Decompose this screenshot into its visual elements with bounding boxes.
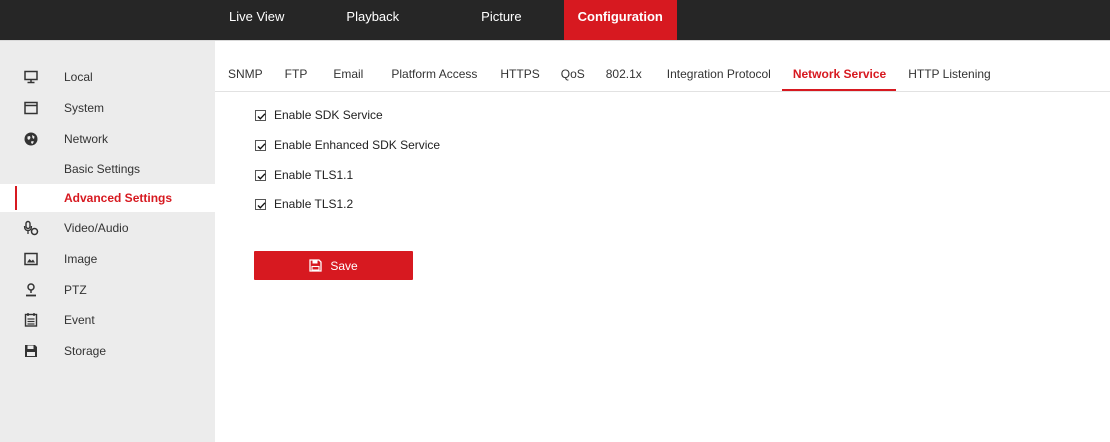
image-icon xyxy=(23,251,39,267)
nav-playback[interactable]: Playback xyxy=(298,0,413,40)
sidebar-item-advanced-settings[interactable]: Advanced Settings xyxy=(0,184,215,212)
microphone-camera-icon xyxy=(23,220,39,236)
tab-divider xyxy=(215,91,1110,92)
save-button[interactable]: Save xyxy=(254,251,413,280)
sidebar-item-storage[interactable]: Storage xyxy=(0,337,215,365)
option-label: Enable Enhanced SDK Service xyxy=(274,138,441,152)
globe-icon xyxy=(23,131,39,147)
system-window-icon xyxy=(23,100,39,116)
nav-live-view[interactable]: Live View xyxy=(215,0,298,40)
sidebar-item-event[interactable]: Event xyxy=(0,306,215,334)
sidebar-item-network[interactable]: Network xyxy=(0,125,215,153)
sidebar-item-ptz[interactable]: PTZ xyxy=(0,276,215,304)
tab-network-service[interactable]: Network Service xyxy=(781,63,897,91)
option-enable-enhanced-sdk-service[interactable]: Enable Enhanced SDK Service xyxy=(255,137,440,153)
tab-integration-protocol[interactable]: Integration Protocol xyxy=(653,63,782,91)
top-bar: Live View Playback Picture Configuration xyxy=(0,0,1110,40)
nav-picture[interactable]: Picture xyxy=(413,0,535,40)
floppy-disk-icon xyxy=(23,343,39,359)
sidebar-item-label: Image xyxy=(64,252,98,266)
checkbox-tls1-2[interactable] xyxy=(255,198,266,210)
sidebar-item-label: System xyxy=(64,101,105,115)
tab-ftp[interactable]: FTP xyxy=(274,63,319,91)
monitor-icon xyxy=(23,69,39,85)
option-enable-sdk-service[interactable]: Enable SDK Service xyxy=(255,107,383,123)
save-icon xyxy=(309,259,322,272)
tab-http-listening[interactable]: HTTP Listening xyxy=(896,63,1001,91)
sidebar-item-system[interactable]: System xyxy=(0,94,215,122)
option-enable-tls1-1[interactable]: Enable TLS1.1 xyxy=(255,167,353,183)
calendar-icon xyxy=(23,312,39,328)
sidebar-item-label: Network xyxy=(64,132,109,146)
sidebar-item-label: Local xyxy=(64,70,93,84)
checkbox-sdk-service[interactable] xyxy=(255,109,266,121)
sidebar-item-label: Event xyxy=(64,313,95,327)
sidebar-item-local[interactable]: Local xyxy=(0,63,215,91)
option-label: Enable SDK Service xyxy=(274,108,383,122)
sidebar-item-basic-settings[interactable]: Basic Settings xyxy=(0,155,215,183)
tab-802-1x[interactable]: 802.1x xyxy=(596,63,653,91)
option-enable-tls1-2[interactable]: Enable TLS1.2 xyxy=(255,196,353,212)
tab-email[interactable]: Email xyxy=(318,63,374,91)
sidebar-item-label: Storage xyxy=(64,344,107,358)
sidebar-item-label: Basic Settings xyxy=(64,162,141,176)
active-indicator xyxy=(15,186,17,210)
sidebar-item-image[interactable]: Image xyxy=(0,245,215,273)
option-label: Enable TLS1.1 xyxy=(274,168,354,182)
checkbox-enhanced-sdk-service[interactable] xyxy=(255,139,266,151)
ptz-person-icon xyxy=(23,282,39,298)
sidebar-item-label: Video/Audio xyxy=(64,221,129,235)
sidebar-item-label: Advanced Settings xyxy=(64,191,173,205)
sidebar-item-label: PTZ xyxy=(64,283,87,297)
tab-platform-access[interactable]: Platform Access xyxy=(374,63,488,91)
sidebar: Local System Network Basic Settings Adva… xyxy=(0,41,215,442)
tab-qos[interactable]: QoS xyxy=(551,63,596,91)
tab-bar: SNMP FTP Email Platform Access HTTPS QoS… xyxy=(215,63,1002,91)
option-label: Enable TLS1.2 xyxy=(274,197,354,211)
nav-configuration[interactable]: Configuration xyxy=(563,0,677,40)
tab-https[interactable]: HTTPS xyxy=(488,63,550,91)
checkbox-tls1-1[interactable] xyxy=(255,169,266,181)
tab-snmp[interactable]: SNMP xyxy=(215,63,274,91)
sidebar-item-video-audio[interactable]: Video/Audio xyxy=(0,214,215,242)
save-button-label: Save xyxy=(330,258,358,273)
top-nav: Live View Playback Picture Configuration xyxy=(215,0,677,40)
